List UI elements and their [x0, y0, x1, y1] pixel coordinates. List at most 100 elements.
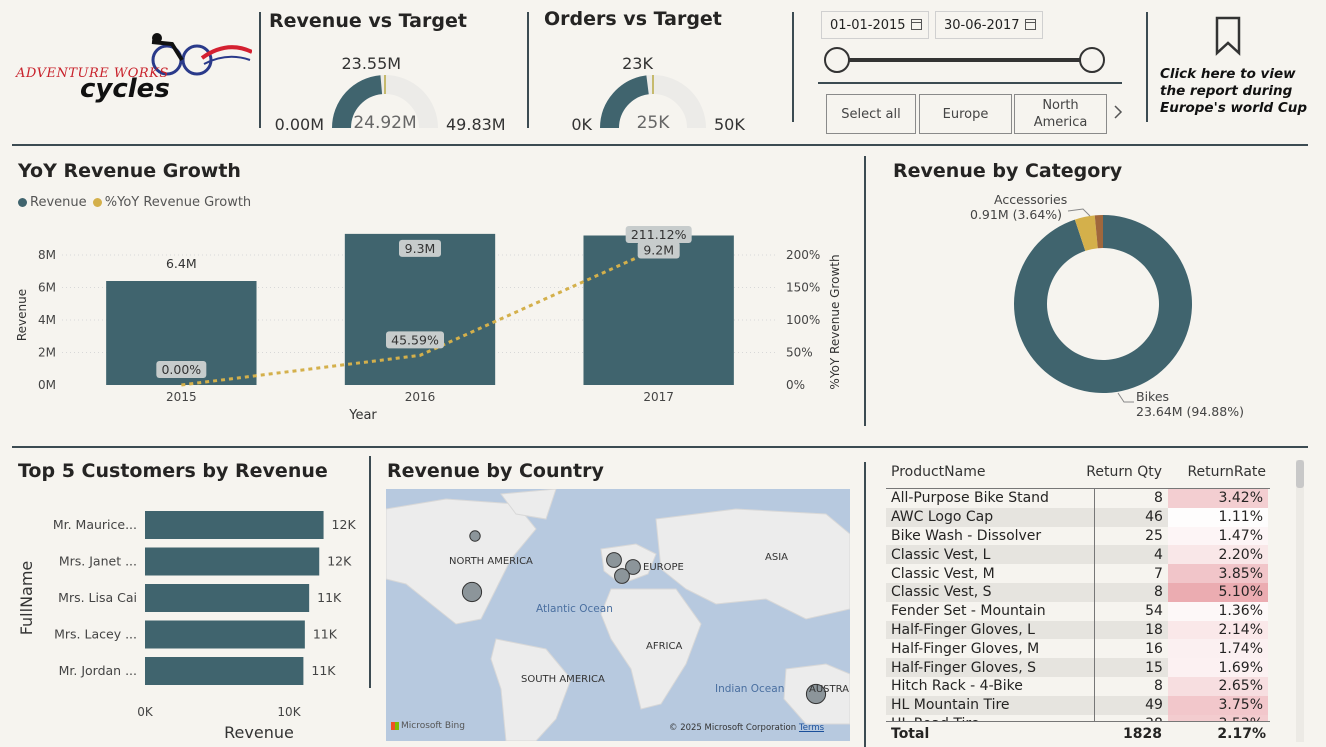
table-row[interactable]: Classic Vest, M 7 3.85% [886, 564, 1268, 583]
map-terms-link[interactable]: Terms [799, 723, 824, 733]
country-bubble[interactable] [461, 581, 483, 603]
return-rate-cell: 3.42% [1167, 489, 1268, 508]
map-label-north-america: NORTH AMERICA [449, 556, 533, 567]
revenue-gauge-value: 23.55M [341, 54, 401, 73]
growth-data-label: 211.12% [631, 227, 687, 242]
returns-table: ProductName Return Qty ReturnRate All-Pu… [886, 460, 1270, 747]
table-row[interactable]: Half-Finger Gloves, M 16 1.74% [886, 639, 1268, 659]
return-rate-cell: 5.10% [1167, 582, 1268, 602]
header-returnrate[interactable]: ReturnRate [1187, 464, 1266, 480]
microsoft-logo-icon [391, 721, 399, 730]
returns-total-row: Total 1828 2.17% [886, 721, 1270, 747]
date-slider-end-handle[interactable] [1079, 47, 1105, 73]
customer-value-label: 11K [311, 663, 336, 678]
north-america-button[interactable]: North America [1014, 94, 1107, 134]
return-qty-cell: 16 [1077, 639, 1168, 659]
bing-logo: Microsoft Bing [391, 721, 465, 731]
date-slider-track[interactable] [837, 58, 1091, 62]
customer-bar[interactable] [145, 584, 310, 612]
select-all-button[interactable]: Select all [826, 94, 916, 134]
return-qty-cell: 8 [1077, 676, 1168, 696]
europe-button[interactable]: Europe [919, 94, 1012, 134]
table-row[interactable]: Half-Finger Gloves, L 18 2.14% [886, 620, 1268, 640]
table-row[interactable]: AWC Logo Cap 46 1.11% [886, 507, 1268, 527]
return-qty-cell: 49 [1077, 695, 1168, 715]
orders-gauge-target: 25K [637, 113, 671, 133]
customer-bar[interactable] [145, 511, 324, 539]
chevron-right-icon[interactable] [1113, 104, 1123, 120]
table-row[interactable]: Half-Finger Gloves, S 15 1.69% [886, 658, 1268, 677]
yoy-legend: Revenue %YoY Revenue Growth [18, 195, 251, 210]
customer-value-label: 11K [313, 627, 338, 642]
table-row[interactable]: Classic Vest, S 8 5.10% [886, 582, 1268, 602]
customer-bar[interactable] [145, 547, 320, 576]
table-row[interactable]: Fender Set - Mountain 54 1.36% [886, 601, 1268, 621]
map-label-europe: EUROPE [643, 562, 684, 573]
bookmark-icon[interactable] [1214, 16, 1242, 60]
calendar-icon[interactable] [911, 19, 922, 30]
customer-bar[interactable] [145, 657, 304, 685]
x-tick-label: 10K [277, 705, 301, 719]
calendar-icon[interactable] [1025, 19, 1036, 30]
customers-bar-chart: Mr. Maurice... 12K Mrs. Janet ... 12K Mrs. L… [17, 511, 357, 742]
y2-tick-label: 150% [786, 281, 820, 295]
date-slider-start-handle[interactable] [824, 47, 850, 73]
header-productname[interactable]: ProductName [891, 464, 985, 480]
customer-name-label: Mrs. Janet ... [59, 554, 137, 569]
revenue-gauge-max: 49.83M [446, 115, 506, 134]
y2-axis-title: %YoY Revenue Growth [828, 254, 842, 389]
revenue-legend-dot [18, 198, 27, 207]
customer-value-label: 12K [327, 554, 352, 569]
bookmark-link[interactable]: Click here to view the report during Eur… [1160, 66, 1322, 117]
table-row[interactable]: HL Mountain Tire 49 3.75% [886, 695, 1268, 715]
country-bubble[interactable] [606, 552, 622, 568]
bikes-label: Bikes [1136, 389, 1170, 404]
country-map[interactable]: NORTH AMERICA EUROPE ASIA AFRICA SOUTH A… [386, 489, 850, 741]
returns-header: ProductName Return Qty ReturnRate [886, 460, 1270, 488]
y-tick-label: 0M [38, 378, 56, 392]
x-tick-label: 2016 [405, 390, 436, 404]
product-name-cell: Classic Vest, M [886, 564, 1078, 583]
product-name-cell: Half-Finger Gloves, M [886, 639, 1078, 659]
map-label-asia: ASIA [765, 552, 788, 563]
country-bubble[interactable] [614, 568, 630, 584]
customer-value-label: 12K [332, 517, 357, 532]
total-qty: 1828 [1123, 726, 1162, 742]
product-name-cell: Classic Vest, L [886, 545, 1078, 565]
customer-bar[interactable] [145, 620, 305, 649]
orders-gauge-max: 50K [714, 115, 745, 134]
table-row[interactable]: All-Purpose Bike Stand 8 3.42% [886, 489, 1268, 508]
return-rate-cell: 3.85% [1167, 564, 1268, 583]
map-label-indian: Indian Ocean [715, 683, 785, 695]
end-date-input[interactable]: 30-06-2017 [935, 11, 1043, 39]
header-return-qty[interactable]: Return Qty [1086, 464, 1162, 480]
table-scrollbar-thumb[interactable] [1296, 460, 1304, 488]
legend-revenue: Revenue [30, 195, 87, 210]
return-qty-cell: 8 [1077, 489, 1168, 508]
y-tick-label: 2M [38, 346, 56, 360]
total-rate: 2.17% [1217, 726, 1266, 742]
table-row[interactable]: Classic Vest, L 4 2.20% [886, 545, 1268, 565]
table-scrollbar[interactable] [1296, 460, 1304, 742]
return-rate-cell: 3.75% [1167, 695, 1268, 715]
table-row[interactable]: Hitch Rack - 4-Bike 8 2.65% [886, 676, 1268, 696]
return-qty-cell: 54 [1077, 601, 1168, 621]
start-date-input[interactable]: 01-01-2015 [821, 11, 929, 39]
table-row[interactable]: Bike Wash - Dissolver 25 1.47% [886, 526, 1268, 546]
map-label-atlantic: Atlantic Ocean [536, 603, 613, 615]
product-name-cell: HL Mountain Tire [886, 695, 1078, 715]
customers-title: Top 5 Customers by Revenue [18, 460, 328, 482]
revenue-gauge-title: Revenue vs Target [269, 10, 467, 32]
product-name-cell: Bike Wash - Dissolver [886, 526, 1078, 546]
orders-gauge: 23K 25K 0K 50K [571, 54, 745, 134]
return-qty-cell: 4 [1077, 545, 1168, 565]
legend-growth: %YoY Revenue Growth [104, 195, 252, 210]
orders-gauge-min: 0K [571, 115, 592, 134]
x-axis-title: Year [348, 408, 377, 423]
return-rate-cell: 1.11% [1167, 507, 1268, 527]
return-qty-cell: 7 [1077, 564, 1168, 583]
yoy-title: YoY Revenue Growth [18, 160, 241, 182]
world-map [386, 489, 850, 741]
country-bubble[interactable] [469, 530, 481, 542]
product-name-cell: Half-Finger Gloves, L [886, 620, 1078, 640]
